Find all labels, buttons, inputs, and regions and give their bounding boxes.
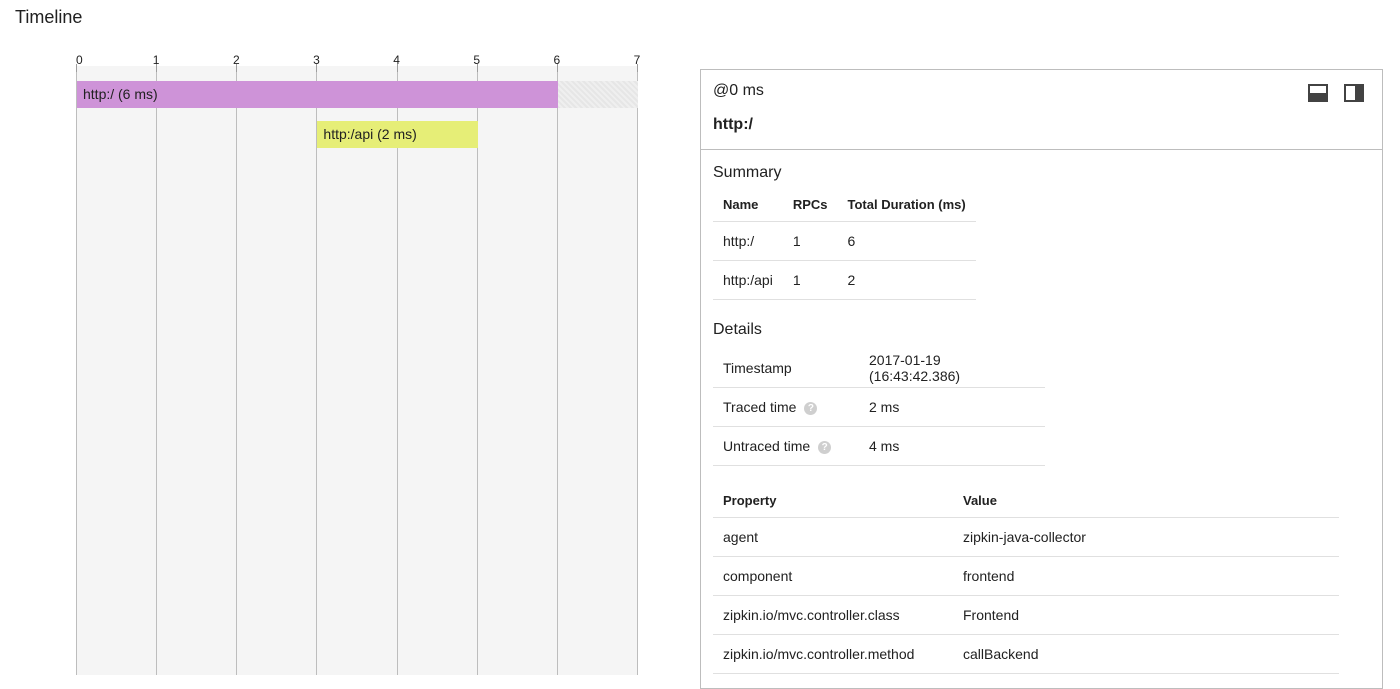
summary-cell: 1 bbox=[782, 221, 838, 261]
table-row: agent zipkin-java-collector bbox=[713, 517, 1339, 557]
details-table: Timestamp 2017-01-19 (16:43:42.386) Trac… bbox=[713, 349, 1045, 466]
summary-cell: 2 bbox=[837, 260, 976, 300]
tick-mark bbox=[476, 64, 478, 72]
property-header: Property bbox=[713, 483, 953, 518]
grid-line bbox=[637, 66, 638, 675]
span-bar[interactable]: http:/api (2 ms) bbox=[317, 121, 478, 148]
details-value: 2 ms bbox=[859, 387, 1045, 427]
details-title: Details bbox=[713, 321, 762, 338]
timeline: 01234567 http:/ (6 ms) http:/api (2 ms) bbox=[0, 0, 660, 675]
grid-line bbox=[396, 66, 398, 675]
details-value: 4 ms bbox=[859, 426, 1045, 466]
grid-line bbox=[476, 66, 478, 675]
property-value: callBackend bbox=[953, 634, 1339, 674]
tick-mark bbox=[236, 64, 238, 72]
tick-mark bbox=[156, 64, 158, 72]
grid-line bbox=[156, 66, 158, 675]
summary-header-rpcs: RPCs bbox=[782, 187, 838, 222]
table-row: component frontend bbox=[713, 556, 1339, 596]
span-offset: @0 ms bbox=[713, 82, 764, 99]
property-key: agent bbox=[713, 517, 953, 557]
properties-table: Property Value agent zipkin-java-collect… bbox=[713, 483, 1339, 674]
summary-title: Summary bbox=[713, 164, 782, 181]
details-key-cell: Untraced time? bbox=[713, 426, 859, 466]
span-details-panel: @0 ms http:/ Summary Name RPCs Total Dur… bbox=[700, 69, 1383, 689]
table-row: Untraced time? 4 ms bbox=[713, 426, 1045, 466]
table-row: zipkin.io/mvc.controller.method callBack… bbox=[713, 634, 1339, 674]
grid-line bbox=[316, 66, 318, 675]
horizontal-layout-icon[interactable] bbox=[1307, 82, 1329, 104]
vertical-layout-icon[interactable] bbox=[1343, 82, 1365, 104]
tick-mark bbox=[637, 64, 638, 72]
span-track bbox=[557, 81, 638, 108]
property-key: component bbox=[713, 556, 953, 596]
property-value: frontend bbox=[953, 556, 1339, 596]
help-icon[interactable]: ? bbox=[804, 401, 818, 415]
grid-line bbox=[556, 66, 558, 675]
details-key: Timestamp bbox=[713, 349, 859, 388]
property-value: zipkin-java-collector bbox=[953, 517, 1339, 557]
details-key: Untraced time bbox=[723, 438, 811, 454]
table-row: http:/ 1 6 bbox=[713, 221, 976, 261]
timeline-grid: http:/ (6 ms) http:/api (2 ms) bbox=[76, 64, 638, 675]
summary-cell: http:/api bbox=[713, 260, 783, 300]
table-row: zipkin.io/mvc.controller.class Frontend bbox=[713, 595, 1339, 635]
help-icon[interactable]: ? bbox=[818, 440, 832, 454]
table-row: Timestamp 2017-01-19 (16:43:42.386) bbox=[713, 349, 1045, 388]
grid-line bbox=[236, 66, 238, 675]
property-key: zipkin.io/mvc.controller.method bbox=[713, 634, 953, 674]
tick-label: 0 bbox=[76, 53, 83, 67]
value-header: Value bbox=[953, 483, 1339, 518]
tick-mark bbox=[556, 64, 558, 72]
summary-cell: http:/ bbox=[713, 221, 783, 261]
tick-mark bbox=[76, 64, 77, 72]
table-row: http:/api 1 2 bbox=[713, 260, 976, 300]
details-value: 2017-01-19 (16:43:42.386) bbox=[859, 349, 1045, 388]
tick-mark bbox=[396, 64, 398, 72]
summary-table: Name RPCs Total Duration (ms) http:/ 1 6… bbox=[713, 187, 976, 300]
panel-header: @0 ms http:/ bbox=[701, 70, 1382, 150]
summary-cell: 1 bbox=[782, 260, 838, 300]
property-key: zipkin.io/mvc.controller.class bbox=[713, 595, 953, 635]
property-value: Frontend bbox=[953, 595, 1339, 635]
table-row: Traced time? 2 ms bbox=[713, 387, 1045, 427]
summary-header-duration: Total Duration (ms) bbox=[837, 187, 976, 222]
summary-header-name: Name bbox=[713, 187, 783, 222]
span-name: http:/ bbox=[713, 116, 753, 133]
span-bar[interactable]: http:/ (6 ms) bbox=[77, 81, 558, 108]
summary-cell: 6 bbox=[837, 221, 976, 261]
details-key: Traced time bbox=[723, 399, 797, 415]
tick-mark bbox=[316, 64, 318, 72]
details-key-cell: Traced time? bbox=[713, 387, 859, 427]
